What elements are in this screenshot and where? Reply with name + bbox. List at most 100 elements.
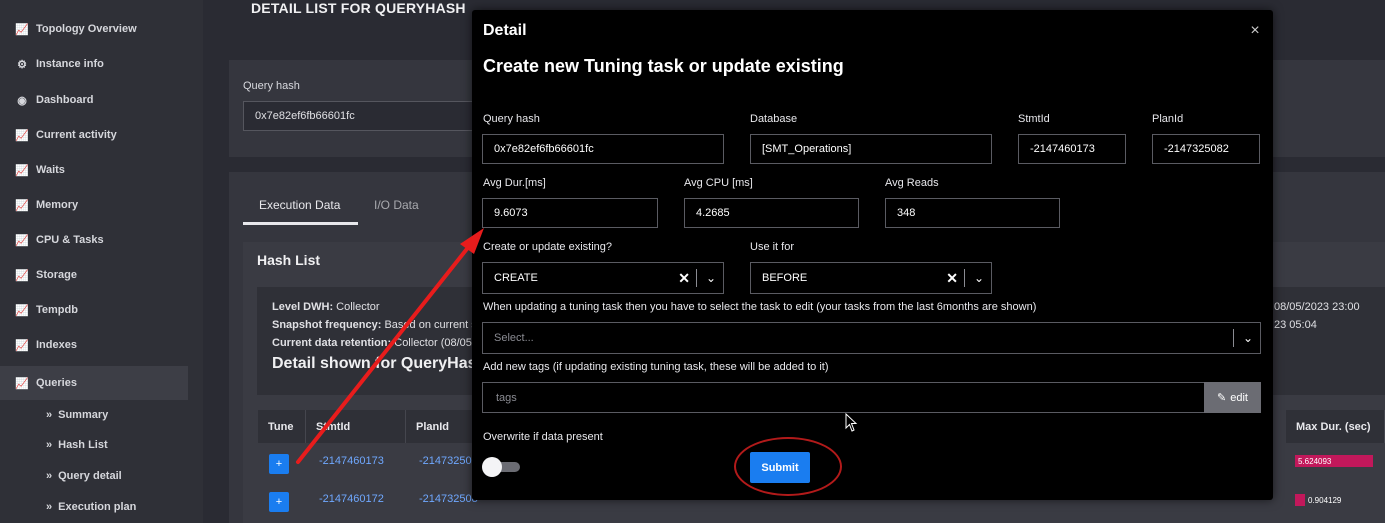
page-title: DETAIL LIST FOR QUERYHASH (251, 0, 466, 16)
sidebar-item-label: Current activity (36, 129, 117, 141)
sidebar-item-label: Dashboard (36, 94, 94, 106)
sidebar-subitem-execution-plan[interactable]: » Execution plan (46, 497, 136, 517)
tags-label: Add new tags (if updating existing tunin… (483, 361, 829, 373)
palette-icon: ◉ (17, 94, 27, 107)
info-data-retention: Current data retention: Collector (08/05… (272, 337, 475, 349)
edit-icon: ✎ (1217, 392, 1227, 404)
chart-icon: 📈 (15, 339, 29, 352)
use-it-for-select[interactable]: BEFORE ✕ ⌄ (750, 262, 992, 294)
sidebar-item-dashboard[interactable]: ◉ Dashboard (0, 83, 188, 117)
modal-header: Detail (483, 22, 527, 39)
sidebar-item-indexes[interactable]: 📈 Indexes (0, 328, 188, 362)
task-select[interactable]: Select... ⌄ (482, 322, 1261, 354)
query-hash-label: Query hash (243, 80, 300, 92)
col-header-stmtid[interactable]: StmtId (306, 410, 406, 443)
sidebar-subitem-query-detail[interactable]: » Query detail (46, 466, 122, 486)
tab-execution-data[interactable]: Execution Data (259, 198, 340, 212)
modal-subtitle: Create new Tuning task or update existin… (483, 56, 844, 76)
create-or-update-select[interactable]: CREATE ✕ ⌄ (482, 262, 724, 294)
sidebar-item-label: Memory (36, 199, 79, 211)
avg-dur-field[interactable]: 9.6073 (482, 198, 658, 228)
col-header-max-dur[interactable]: Max Dur. (sec) (1286, 410, 1385, 443)
edit-tags-button[interactable]: ✎ edit (1204, 382, 1261, 413)
annotation-circle (734, 437, 842, 496)
clear-icon[interactable]: ✕ (678, 271, 690, 285)
sidebar-item-label: Storage (36, 269, 77, 281)
double-chevron-right-icon: » (46, 439, 53, 451)
chart-icon: 📈 (15, 23, 29, 36)
planid-field[interactable]: -2147325082 (1152, 134, 1260, 164)
max-dur-bar: 5.624093 (1295, 455, 1373, 467)
sidebar-item-storage[interactable]: 📈 Storage (0, 258, 188, 292)
sidebar-item-tempdb[interactable]: 📈 Tempdb (0, 293, 188, 327)
sidebar-item-label: Queries (36, 377, 77, 389)
stmtid-field[interactable]: -2147460173 (1018, 134, 1126, 164)
info-right-date-2: 23 05:04 (1274, 319, 1317, 331)
chart-icon: 📈 (15, 129, 29, 142)
sidebar-subitem-summary[interactable]: » Summary (46, 405, 108, 425)
planid-label: PlanId (1152, 113, 1184, 125)
avg-reads-label: Avg Reads (885, 177, 939, 189)
table-cell-stmtid[interactable]: -2147460173 (319, 453, 384, 469)
database-field[interactable]: [SMT_Operations] (750, 134, 992, 164)
avg-cpu-label: Avg CPU [ms] (684, 177, 753, 189)
table-cell-planid[interactable]: -21473250 (419, 453, 472, 469)
detail-shown-heading: Detail shown for QueryHas (272, 355, 477, 372)
sidebar-item-label: Indexes (36, 339, 77, 351)
detail-modal: Detail × Create new Tuning task or updat… (472, 10, 1273, 500)
sidebar-item-label: Tempdb (36, 304, 78, 316)
avg-dur-label: Avg Dur.[ms] (483, 177, 546, 189)
sidebar-item-memory[interactable]: 📈 Memory (0, 188, 188, 222)
double-chevron-right-icon: » (46, 409, 53, 421)
sidebar-item-waits[interactable]: 📈 Waits (0, 153, 188, 187)
chevron-down-icon[interactable]: ⌄ (1243, 331, 1253, 345)
tags-input[interactable]: tags (482, 382, 1204, 413)
sidebar-item-current-activity[interactable]: 📈 Current activity (0, 118, 188, 152)
sidebar-item-cpu-tasks[interactable]: 📈 CPU & Tasks (0, 223, 188, 257)
tune-button[interactable]: + (269, 492, 289, 512)
max-dur-bar: 0.904129 (1295, 494, 1373, 506)
double-chevron-right-icon: » (46, 501, 53, 513)
sidebar-item-topology-overview[interactable]: 📈 Topology Overview (0, 12, 188, 46)
database-label: Database (750, 113, 798, 125)
sidebar-item-queries[interactable]: 📈 Queries (0, 366, 188, 400)
query-hash-label: Query hash (483, 113, 540, 125)
chart-icon: 📈 (15, 199, 29, 212)
task-select-label: When updating a tuning task then you hav… (483, 301, 1037, 313)
chevron-down-icon[interactable]: ⌄ (706, 271, 716, 285)
use-it-for-label: Use it for (750, 241, 795, 253)
overwrite-label: Overwrite if data present (483, 431, 603, 443)
tune-button[interactable]: + (269, 454, 289, 474)
create-or-update-label: Create or update existing? (483, 241, 613, 253)
chart-icon: 📈 (15, 269, 29, 282)
sidebar-subitem-hash-list[interactable]: » Hash List (46, 435, 108, 455)
table-cell-stmtid[interactable]: -2147460172 (319, 491, 384, 507)
hash-list-title: Hash List (257, 252, 321, 268)
clear-icon[interactable]: ✕ (946, 271, 958, 285)
chevron-down-icon[interactable]: ⌄ (974, 271, 984, 285)
chart-icon: 📈 (15, 234, 29, 247)
table-cell-planid[interactable]: -214732508 (419, 491, 478, 507)
query-hash-field[interactable]: 0x7e82ef6fb66601fc (482, 134, 724, 164)
overwrite-toggle[interactable] (482, 457, 520, 477)
chart-icon: 📈 (15, 304, 29, 317)
info-level-dwh: Level DWH: Collector (272, 301, 380, 313)
avg-cpu-field[interactable]: 4.2685 (684, 198, 859, 228)
tab-io-data[interactable]: I/O Data (374, 198, 419, 212)
chart-icon: 📈 (15, 164, 29, 177)
sidebar-item-label: Instance info (36, 58, 104, 70)
info-snapshot-frequency: Snapshot frequency: Based on current s (272, 319, 477, 331)
active-tab-indicator (243, 222, 358, 225)
gear-icon: ⚙ (17, 58, 27, 71)
sidebar-item-label: Waits (36, 164, 65, 176)
sidebar-item-instance-info[interactable]: ⚙ Instance info (0, 47, 188, 81)
chart-icon: 📈 (15, 377, 29, 390)
stmtid-label: StmtId (1018, 113, 1050, 125)
avg-reads-field[interactable]: 348 (885, 198, 1060, 228)
double-chevron-right-icon: » (46, 470, 53, 482)
info-right-date-1: 08/05/2023 23:00 (1274, 301, 1360, 313)
query-hash-input[interactable]: 0x7e82ef6fb66601fc (243, 101, 483, 131)
sidebar-item-label: Topology Overview (36, 23, 137, 35)
col-header-tune[interactable]: Tune (258, 410, 306, 443)
close-icon[interactable]: × (1248, 23, 1262, 39)
